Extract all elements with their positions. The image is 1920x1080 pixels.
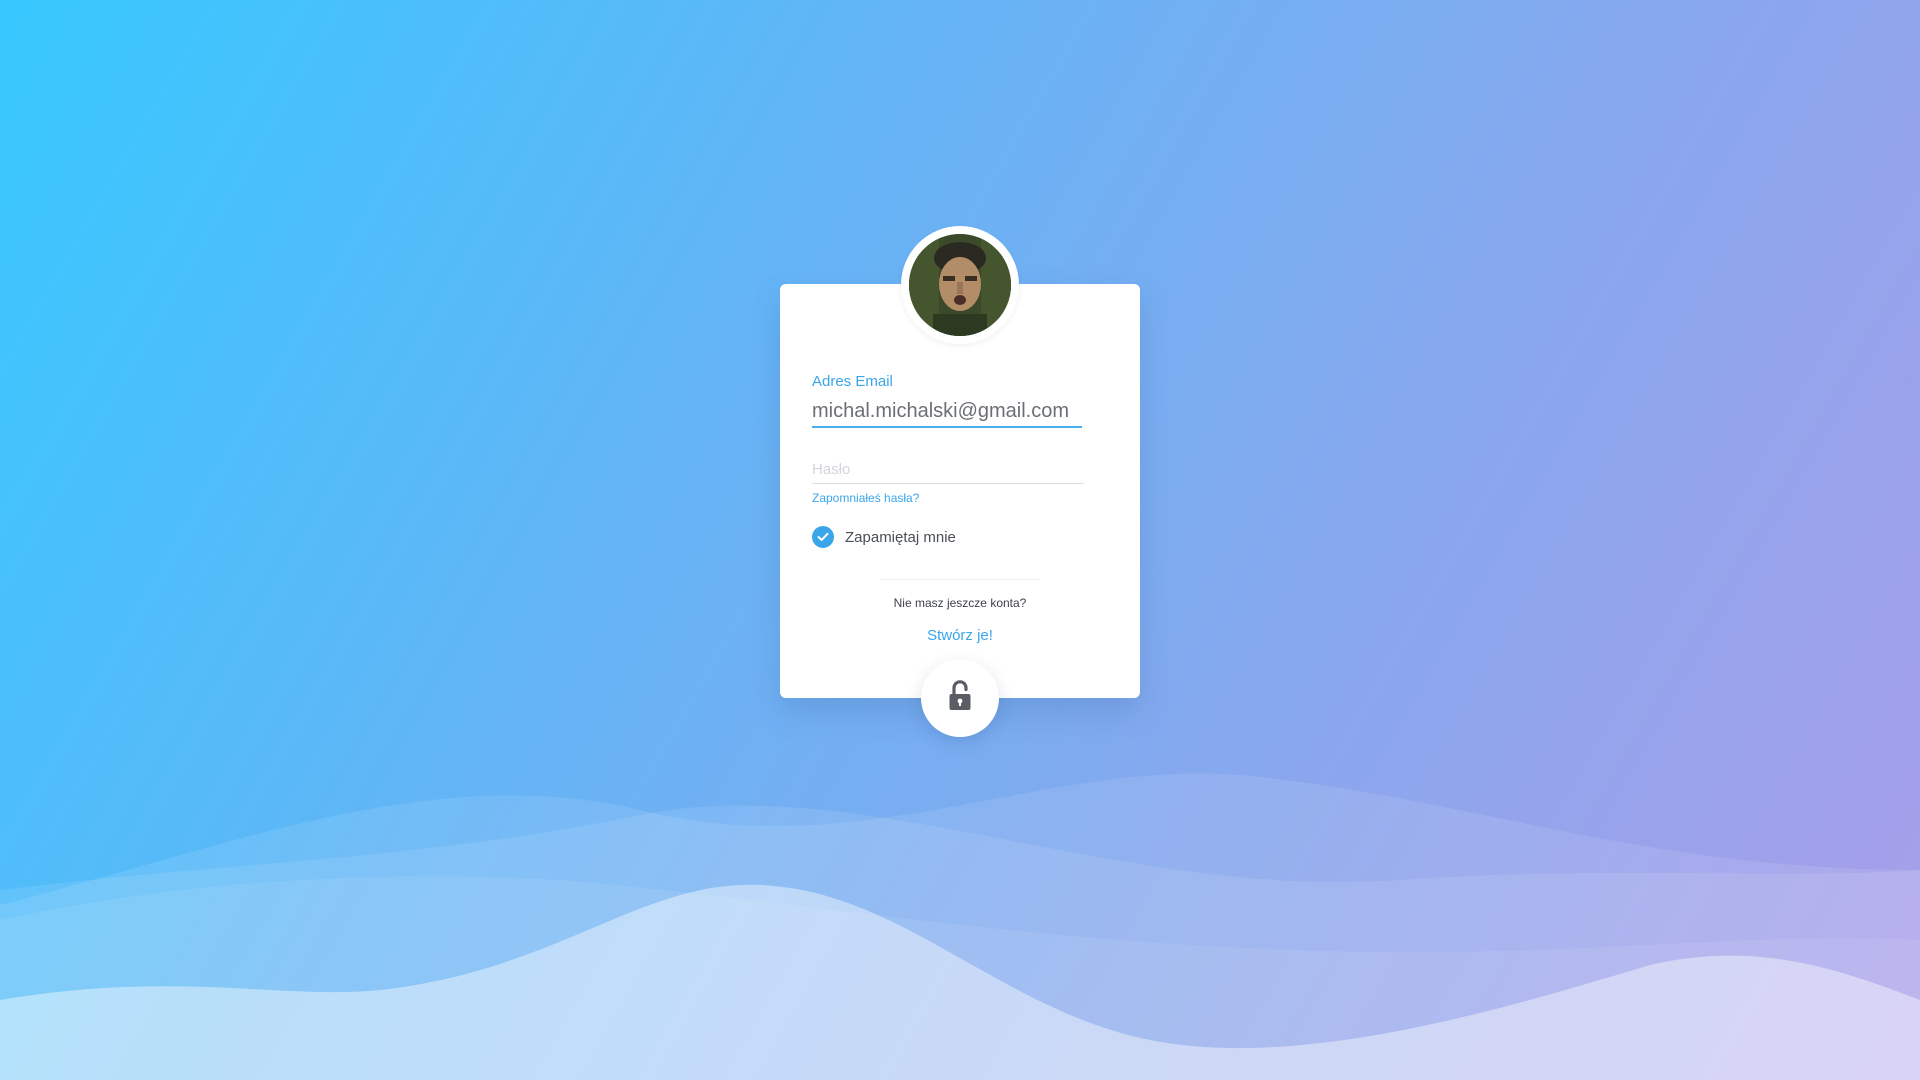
email-field[interactable] [812, 396, 1082, 428]
unlock-icon [948, 679, 972, 717]
divider [880, 579, 1040, 580]
user-avatar [909, 234, 1011, 336]
remember-me-label: Zapamiętaj mnie [845, 528, 956, 546]
avatar-image [909, 234, 1011, 336]
create-account-link[interactable]: Stwórz je! [780, 627, 1140, 644]
remember-me-checkbox[interactable]: Zapamiętaj mnie [812, 526, 956, 548]
password-field[interactable] [812, 455, 1084, 484]
check-icon [812, 526, 834, 548]
no-account-text: Nie masz jeszcze konta? [893, 596, 1027, 610]
login-submit-button[interactable] [921, 659, 999, 737]
email-label: Adres Email [812, 373, 893, 390]
forgot-password-link[interactable]: Zapomniałeś hasła? [812, 491, 919, 505]
